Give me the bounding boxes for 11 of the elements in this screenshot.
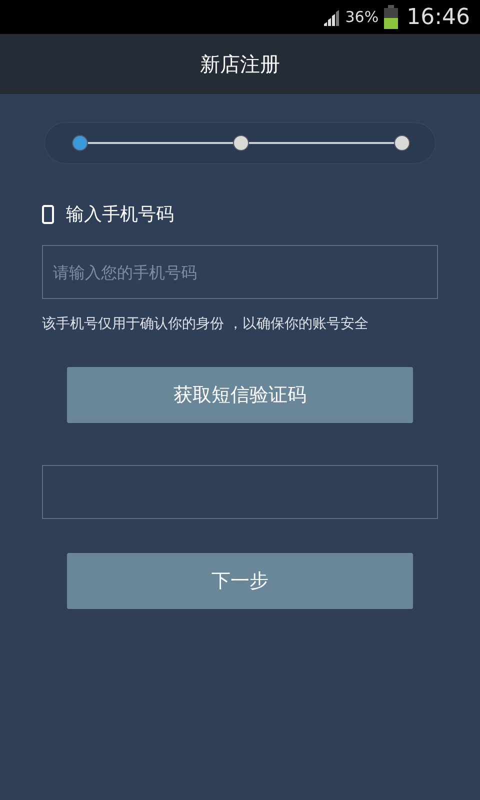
code-input-field[interactable] bbox=[42, 465, 438, 519]
clock-time: 16:46 bbox=[406, 4, 470, 30]
screen-title: 新店注册 bbox=[200, 50, 280, 78]
phone-input-field[interactable]: 请输入您的手机号码 bbox=[42, 245, 438, 299]
battery-icon bbox=[384, 5, 398, 29]
phone-icon bbox=[42, 204, 54, 224]
section-label: 输入手机号码 bbox=[66, 203, 174, 226]
hint-text: 该手机号仅用于确认你的身份 ，以确保你的账号安全 bbox=[42, 315, 370, 333]
get-code-button[interactable]: 获取短信验证码 bbox=[67, 367, 413, 423]
battery-percent: 36% bbox=[345, 8, 379, 26]
next-button[interactable]: 下一步 bbox=[67, 553, 413, 609]
